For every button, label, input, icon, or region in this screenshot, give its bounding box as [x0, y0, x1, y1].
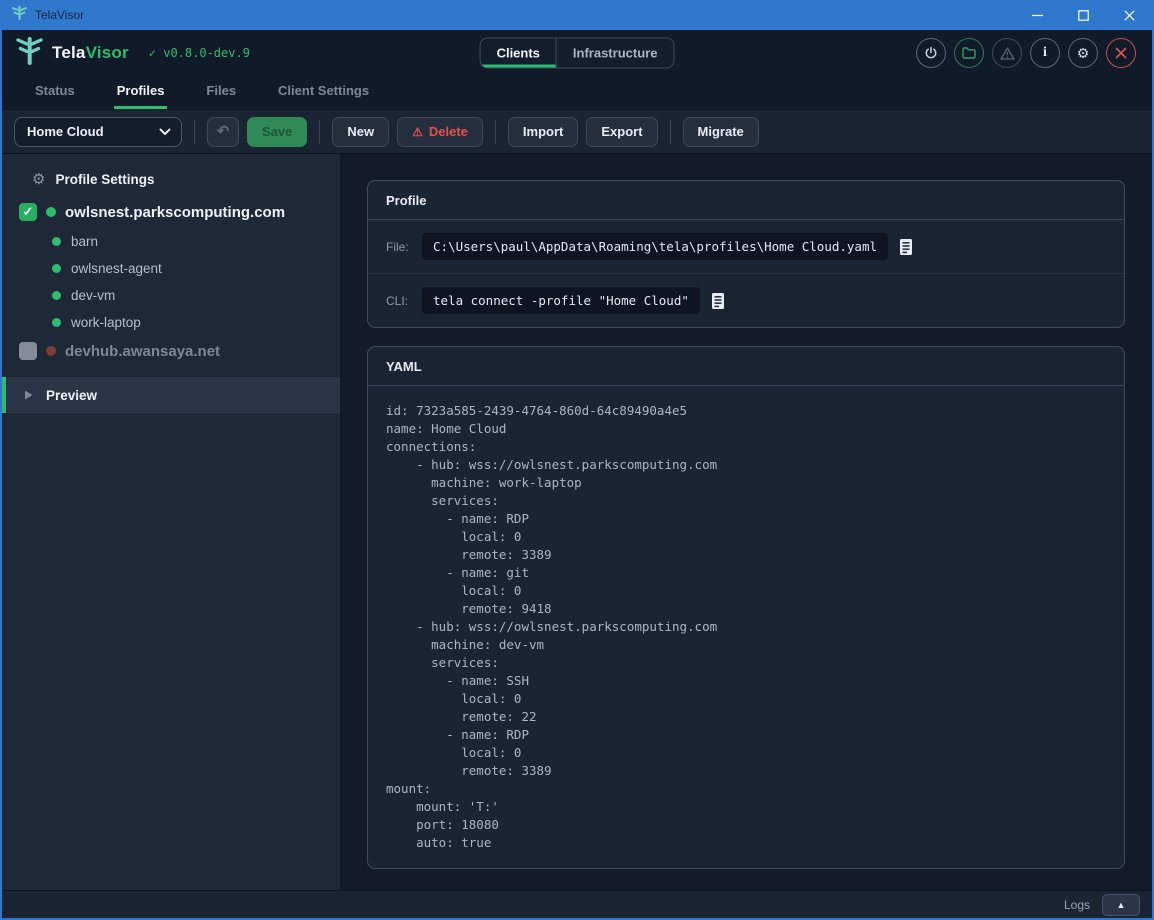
profile-card-title: Profile: [368, 181, 1124, 220]
hub-item-devhub[interactable]: devhub.awansaya.net: [2, 342, 340, 360]
save-button[interactable]: Save: [247, 117, 307, 147]
chevron-right-icon: [23, 389, 35, 401]
version-badge: ✓ v0.8.0-dev.9: [149, 46, 250, 60]
sidebar-item-preview[interactable]: Preview: [2, 377, 340, 413]
mode-tab-clients[interactable]: Clients: [481, 39, 556, 68]
toolbar-separator: [670, 120, 671, 144]
app-title: TelaVisor: [52, 43, 129, 63]
toolbar-separator: [495, 120, 496, 144]
file-label: File:: [386, 240, 422, 254]
profile-settings-item[interactable]: ⚙ Profile Settings: [2, 172, 340, 187]
new-button[interactable]: New: [332, 117, 389, 147]
copy-cli-command-button[interactable]: [711, 292, 725, 310]
triangle-up-icon: ▲: [1117, 900, 1126, 910]
header-actions: i ⚙: [916, 38, 1152, 68]
file-path-value: C:\Users\paul\AppData\Roaming\tela\profi…: [422, 233, 888, 260]
titlebar: TelaVisor: [2, 0, 1152, 30]
machine-item-barn[interactable]: barn: [2, 234, 340, 249]
mode-toggle: Clients Infrastructure: [480, 38, 675, 69]
gear-icon[interactable]: ⚙: [1068, 38, 1098, 68]
status-dot-green: [52, 318, 61, 327]
tab-client-settings[interactable]: Client Settings: [275, 77, 372, 109]
status-dot-green: [52, 237, 61, 246]
profile-card: Profile File: C:\Users\paul\AppData\Roam…: [367, 180, 1125, 328]
status-dot-green: [52, 264, 61, 273]
profiles-toolbar: Home Cloud ↶ Save New ⚠ Delete Import Ex…: [2, 110, 1152, 154]
logs-label: Logs: [1064, 898, 1090, 912]
machine-name: barn: [71, 234, 98, 249]
import-button[interactable]: Import: [508, 117, 578, 147]
gear-icon: ⚙: [32, 172, 45, 187]
yaml-card: YAML id: 7323a585-2439-4764-860d-64c8949…: [367, 346, 1125, 869]
hub-checkbox[interactable]: ✓: [19, 203, 37, 221]
mode-tab-infrastructure[interactable]: Infrastructure: [556, 39, 674, 68]
minimize-button[interactable]: [1014, 0, 1060, 30]
copy-icon: [711, 292, 725, 310]
cli-label: CLI:: [386, 294, 422, 308]
warning-icon[interactable]: [992, 38, 1022, 68]
machine-item-dev-vm[interactable]: dev-vm: [2, 288, 340, 303]
window-title: TelaVisor: [35, 8, 84, 22]
brand: TelaVisor ✓ v0.8.0-dev.9: [2, 36, 250, 71]
delete-button[interactable]: ⚠ Delete: [397, 117, 483, 147]
copy-icon: [899, 238, 913, 256]
power-icon[interactable]: [916, 38, 946, 68]
yaml-card-title: YAML: [368, 347, 1124, 386]
info-icon[interactable]: i: [1030, 38, 1060, 68]
machine-item-work-laptop[interactable]: work-laptop: [2, 315, 340, 330]
cli-command-value: tela connect -profile "Home Cloud": [422, 287, 700, 314]
yaml-preview: id: 7323a585-2439-4764-860d-64c89490a4e5…: [368, 386, 1124, 868]
status-dot-red: [46, 346, 56, 356]
app-window: TelaVisor TelaVisor ✓ v0: [0, 0, 1154, 920]
tab-files[interactable]: Files: [203, 77, 239, 109]
machine-item-owlsnest-agent[interactable]: owlsnest-agent: [2, 261, 340, 276]
tab-bar: Status Profiles Files Client Settings: [2, 76, 1152, 110]
migrate-button[interactable]: Migrate: [683, 117, 759, 147]
hub-name: devhub.awansaya.net: [65, 343, 220, 360]
cli-field-row: CLI: tela connect -profile "Home Cloud": [368, 274, 1124, 327]
status-dot-green: [46, 207, 56, 217]
profile-select-value: Home Cloud: [27, 124, 104, 139]
hub-item-owlsnest[interactable]: ✓ owlsnest.parkscomputing.com: [2, 203, 340, 221]
status-dot-green: [52, 291, 61, 300]
status-bar: Logs ▲: [2, 890, 1152, 918]
main-panel: Profile File: C:\Users\paul\AppData\Roam…: [342, 154, 1152, 890]
app-logo-icon-small: [12, 5, 27, 26]
toolbar-separator: [319, 120, 320, 144]
maximize-button[interactable]: [1060, 0, 1106, 30]
copy-file-path-button[interactable]: [899, 238, 913, 256]
tab-profiles[interactable]: Profiles: [114, 77, 168, 109]
app-logo-icon: [16, 36, 43, 71]
folder-icon[interactable]: [954, 38, 984, 68]
undo-icon: ↶: [217, 124, 230, 139]
logs-toggle-button[interactable]: ▲: [1102, 894, 1140, 916]
machine-name: work-laptop: [71, 315, 141, 330]
tab-status[interactable]: Status: [32, 77, 78, 109]
profile-select[interactable]: Home Cloud: [14, 117, 182, 147]
profile-settings-label: Profile Settings: [55, 172, 154, 187]
toolbar-separator: [194, 120, 195, 144]
app-header: TelaVisor ✓ v0.8.0-dev.9 Clients Infrast…: [2, 30, 1152, 76]
machine-name: dev-vm: [71, 288, 115, 303]
undo-button[interactable]: ↶: [207, 117, 239, 147]
hub-checkbox[interactable]: [19, 342, 37, 360]
close-icon[interactable]: [1106, 38, 1136, 68]
close-window-button[interactable]: [1106, 0, 1152, 30]
profile-sidebar: ⚙ Profile Settings ✓ owlsnest.parkscompu…: [2, 154, 342, 890]
file-field-row: File: C:\Users\paul\AppData\Roaming\tela…: [368, 220, 1124, 274]
preview-label: Preview: [46, 388, 97, 403]
export-button[interactable]: Export: [586, 117, 657, 147]
machine-name: owlsnest-agent: [71, 261, 162, 276]
chevron-down-icon: [159, 128, 171, 136]
hub-name: owlsnest.parkscomputing.com: [65, 204, 285, 221]
warning-triangle-icon: ⚠: [412, 126, 423, 138]
